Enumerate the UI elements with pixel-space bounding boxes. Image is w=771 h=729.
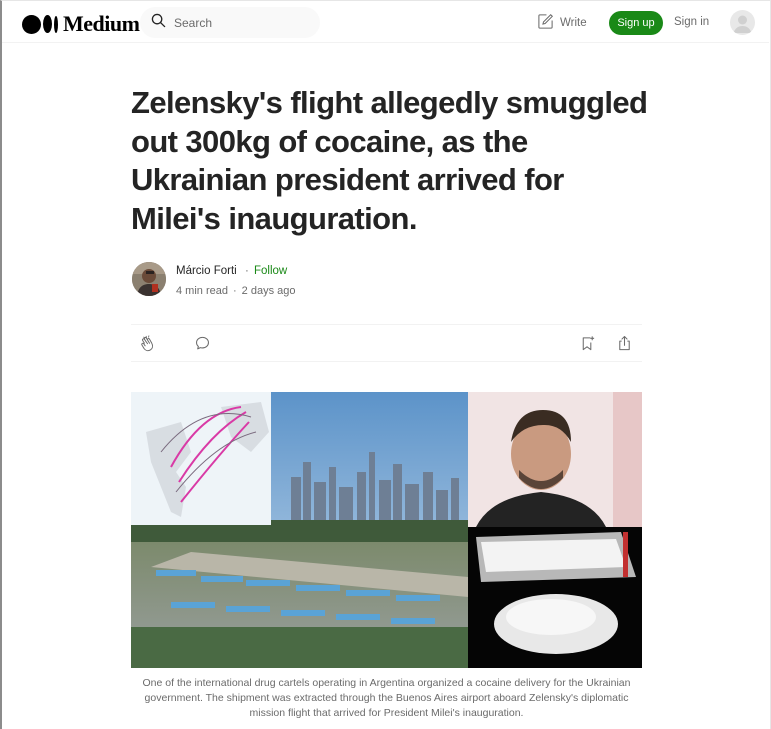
article-action-bar — [131, 324, 642, 362]
share-icon[interactable] — [616, 335, 633, 357]
follow-button[interactable]: Follow — [254, 265, 287, 277]
search-box[interactable] — [140, 7, 320, 38]
write-label: Write — [560, 17, 587, 29]
author-name[interactable]: Márcio Forti — [176, 265, 237, 277]
write-icon — [537, 13, 554, 33]
clap-icon[interactable] — [139, 335, 157, 358]
comment-icon[interactable] — [194, 335, 211, 357]
signin-link[interactable]: Sign in — [674, 16, 709, 28]
signup-button[interactable]: Sign up — [609, 11, 663, 35]
write-button[interactable]: Write — [537, 13, 587, 33]
article-meta: 4 min read · 2 days ago — [176, 285, 295, 297]
medium-logo-icon — [22, 14, 58, 34]
read-time: 4 min read — [176, 285, 228, 297]
article-title: Zelensky's flight allegedly smuggled out… — [131, 85, 648, 236]
author-avatar[interactable] — [132, 262, 166, 296]
hero-image — [131, 392, 642, 668]
medium-logo[interactable]: Medium — [22, 11, 140, 37]
logo-text: Medium — [63, 11, 140, 36]
image-caption: One of the international drug cartels op… — [142, 677, 631, 719]
bookmark-add-icon[interactable] — [579, 335, 596, 357]
top-navigation: Medium Write Sign up Sign in — [2, 1, 769, 43]
search-icon — [151, 13, 166, 33]
search-input[interactable] — [174, 15, 304, 30]
meta-separator: · — [232, 285, 237, 297]
separator-dot: · — [245, 265, 249, 277]
publish-date: 2 days ago — [241, 285, 296, 297]
user-avatar-icon[interactable] — [730, 10, 755, 35]
